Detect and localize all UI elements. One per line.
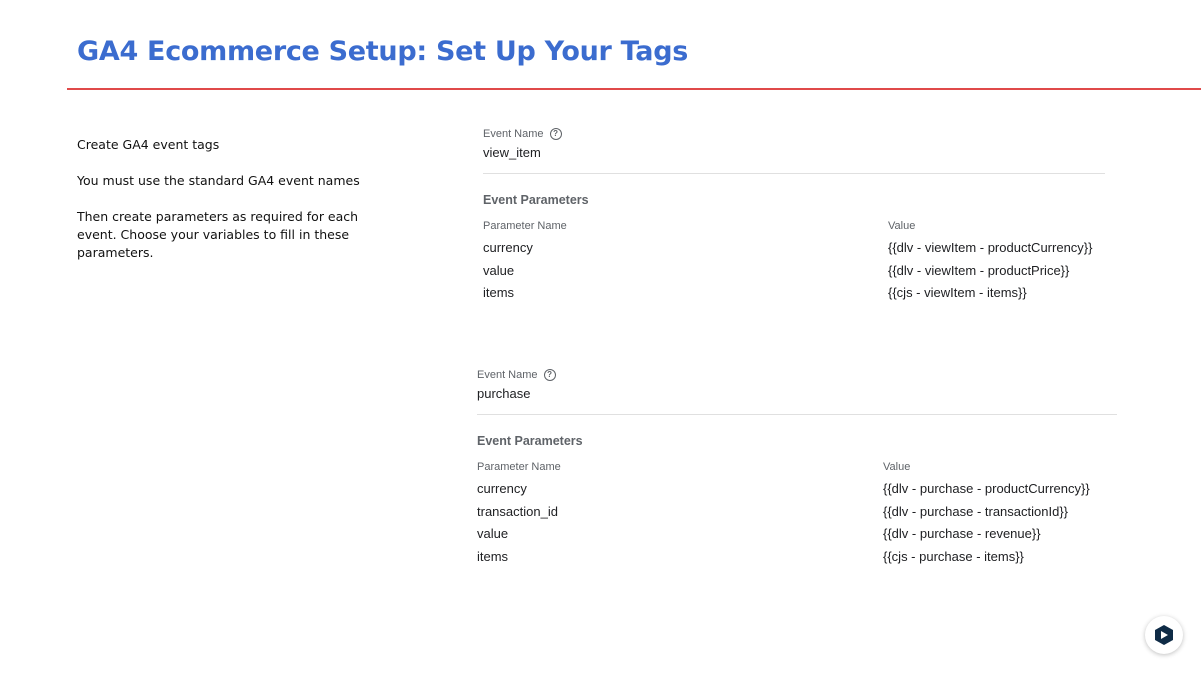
param-row: value {{dlv - viewItem - productPrice}} <box>483 260 1105 283</box>
param-row: items {{cjs - viewItem - items}} <box>483 282 1105 305</box>
help-circle-icon[interactable]: ? <box>543 369 556 381</box>
param-name: currency <box>483 240 533 255</box>
tag-panel-purchase: Event Name ? purchase Event Parameters P… <box>477 367 1117 568</box>
param-row: items {{cjs - purchase - items}} <box>477 546 1117 569</box>
event-name-value: view_item <box>483 145 541 160</box>
col-value: Value <box>883 461 911 473</box>
event-name-value: purchase <box>477 386 531 401</box>
divider <box>477 414 1117 415</box>
instruction-1: Create GA4 event tags <box>77 137 220 152</box>
param-value: {{cjs - purchase - items}} <box>883 548 1024 564</box>
param-row: currency {{dlv - purchase - productCurre… <box>477 478 1117 501</box>
param-name: transaction_id <box>477 503 558 519</box>
param-value: {{dlv - purchase - revenue}} <box>883 526 1041 541</box>
param-name: currency <box>477 481 527 496</box>
param-row: transaction_id {{dlv - purchase - transa… <box>477 501 1117 524</box>
param-value: {{dlv - viewItem - productPrice}} <box>888 262 1070 278</box>
slide-title: GA4 Ecommerce Setup: Set Up Your Tags <box>77 36 688 67</box>
param-value: {{cjs - viewItem - items}} <box>888 285 1027 300</box>
col-parameter-name: Parameter Name <box>483 220 567 232</box>
divider <box>483 173 1105 174</box>
event-name-label: Event Name ? <box>477 367 1117 383</box>
event-parameters-heading: Event Parameters <box>477 434 583 448</box>
param-column-headers: Parameter Name Value <box>477 458 1117 478</box>
param-name: items <box>477 548 509 564</box>
param-value: {{dlv - viewItem - productCurrency}} <box>888 240 1093 255</box>
title-divider <box>67 88 1201 90</box>
param-name: value <box>477 526 509 541</box>
col-parameter-name: Parameter Name <box>477 461 561 473</box>
event-parameters-heading: Event Parameters <box>483 193 589 207</box>
tag-panel-view-item: Event Name ? view_item Event Parameters … <box>483 126 1105 305</box>
param-column-headers: Parameter Name Value <box>483 217 1105 237</box>
param-name: value <box>483 262 515 278</box>
param-row: value {{dlv - purchase - revenue}} <box>477 523 1117 546</box>
col-value: Value <box>888 220 916 232</box>
param-row: currency {{dlv - viewItem - productCurre… <box>483 237 1105 260</box>
assistant-logo-icon <box>1155 625 1173 645</box>
param-value: {{dlv - purchase - transactionId}} <box>883 503 1069 519</box>
instruction-2: You must use the standard GA4 event name… <box>77 173 360 188</box>
assistant-button[interactable] <box>1145 616 1183 654</box>
param-name: items <box>483 285 515 300</box>
instruction-3: Then create parameters as required for e… <box>77 209 359 260</box>
instructions: Create GA4 event tags You must use the s… <box>77 136 367 280</box>
help-circle-icon[interactable]: ? <box>549 128 562 140</box>
event-name-label: Event Name ? <box>483 126 1105 142</box>
param-value: {{dlv - purchase - productCurrency}} <box>883 481 1090 496</box>
